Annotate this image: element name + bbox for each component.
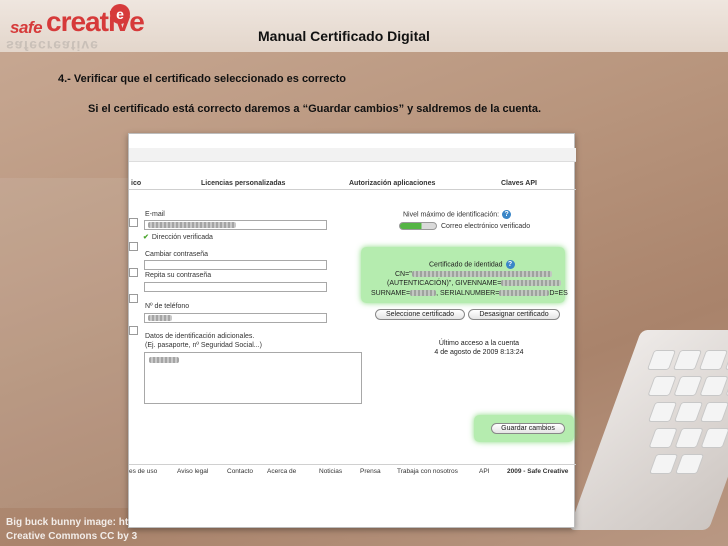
- keyboard-key: [648, 454, 679, 474]
- check-icon: ✔: [143, 234, 149, 241]
- keyboard-key: [699, 402, 728, 422]
- slide-title: Manual Certificado Digital: [258, 28, 430, 44]
- site-footer: es de uso Aviso legal Contacto Acerca de…: [129, 465, 576, 477]
- certificate-title-label: Certificado de identidad: [429, 261, 503, 269]
- footer-link-contact[interactable]: Contacto: [227, 468, 253, 475]
- account-tabs: ico Licencias personalizadas Autorizació…: [129, 176, 576, 190]
- footer-link-jobs[interactable]: Trabaja con nosotros: [397, 468, 458, 475]
- row-checkbox[interactable]: [129, 218, 138, 227]
- redacted-serialnumber: [499, 290, 550, 296]
- id-data-hint: (Ej. pasaporte, nº Seguridad Social...): [145, 342, 262, 349]
- certificate-serialnumber: , SERIALNUMBER=: [436, 290, 500, 297]
- certificate-givenname: (AUTENTICACIÓN)", GIVENNAME=: [387, 280, 502, 287]
- footer-link-api[interactable]: API: [479, 468, 489, 475]
- last-access: Último acceso a la cuenta 4 de agosto de…: [399, 339, 559, 357]
- step-instruction: Si el certificado está correcto daremos …: [88, 103, 542, 115]
- last-access-label: Último acceso a la cuenta: [438, 340, 520, 347]
- redacted-givenname: [501, 280, 562, 286]
- save-changes-button[interactable]: Guardar cambios: [491, 423, 565, 434]
- keyboard-key: [647, 402, 678, 422]
- redacted-phone: [148, 315, 172, 321]
- id-data-label: Datos de identificación adicionales.: [145, 333, 255, 340]
- toggle-label: Correo electrónico verificado: [441, 223, 531, 230]
- identification-level-label: Nivel máximo de identificación:: [403, 211, 500, 219]
- keyboard-key: [672, 350, 703, 370]
- phone-field[interactable]: [144, 313, 327, 323]
- tab-api-keys[interactable]: Claves API: [501, 180, 537, 187]
- footer-link-legal[interactable]: Aviso legal: [177, 468, 208, 475]
- logo-reflection: safecreative: [6, 38, 99, 54]
- image-credit: Big buck bunny image: http Creative Comm…: [6, 516, 138, 544]
- redacted-surname: [410, 290, 437, 296]
- background-keyboard: [568, 330, 728, 530]
- panel-toolbar: [129, 148, 576, 162]
- certificate-country: D=ES: [549, 290, 568, 297]
- certificate-line-2: (AUTENTICACIÓN)", GIVENNAME=: [387, 279, 562, 287]
- email-field[interactable]: [144, 220, 327, 230]
- tab-app-authorization[interactable]: Autorización aplicaciones: [349, 180, 435, 187]
- footer-copyright: 2009 - Safe Creative: [507, 468, 569, 475]
- keyboard-key: [674, 454, 705, 474]
- verified-label: Dirección verificada: [151, 234, 213, 241]
- repeat-password-field[interactable]: [144, 282, 327, 292]
- account-screenshot-panel: ico Licencias personalizadas Autorizació…: [128, 133, 576, 528]
- credit-line-2: Creative Commons CC by 3: [6, 531, 138, 542]
- help-icon[interactable]: ?: [502, 210, 512, 219]
- select-certificate-button[interactable]: Seleccione certificado: [375, 309, 465, 320]
- certificate-surname: SURNAME=: [371, 290, 411, 297]
- row-checkbox[interactable]: [129, 242, 138, 251]
- identification-toggle[interactable]: [399, 222, 437, 230]
- keyboard-key: [698, 350, 728, 370]
- redacted-email: [148, 222, 236, 228]
- id-data-textarea[interactable]: [144, 352, 362, 404]
- change-password-label: Cambiar contraseña: [145, 251, 209, 258]
- row-checkbox[interactable]: [129, 294, 138, 303]
- footer-link-press[interactable]: Prensa: [360, 468, 381, 475]
- keyboard-key: [673, 402, 704, 422]
- redacted-id-data: [149, 357, 179, 363]
- repeat-password-label: Repita su contraseña: [145, 272, 212, 279]
- credit-line-1: Big buck bunny image: http: [6, 517, 138, 528]
- redacted-cn: [411, 271, 552, 277]
- password-field[interactable]: [144, 260, 327, 270]
- identification-level: Nivel máximo de identificación:?: [403, 210, 512, 219]
- email-label: E-mail: [145, 211, 165, 218]
- keyboard-key: [699, 376, 728, 396]
- row-checkbox[interactable]: [129, 268, 138, 277]
- keyboard-key: [648, 428, 678, 448]
- keyboard-key: [673, 376, 703, 396]
- row-checkbox[interactable]: [129, 326, 138, 335]
- footer-link-about[interactable]: Acerca de: [267, 468, 296, 475]
- footer-link-terms[interactable]: es de uso: [129, 468, 157, 475]
- keyboard-key: [647, 376, 677, 396]
- certificate-title: Certificado de identidad?: [429, 260, 515, 269]
- unassign-certificate-button[interactable]: Desasignar certificado: [468, 309, 560, 320]
- logo-mark-icon: e: [110, 4, 130, 24]
- keyboard-key: [674, 428, 704, 448]
- certificate-cn: CN=": [395, 271, 412, 278]
- logo-safe-text: safe: [10, 18, 43, 37]
- certificate-line-1: CN=": [395, 270, 552, 278]
- footer-link-news[interactable]: Noticias: [319, 468, 342, 475]
- certificate-line-3: SURNAME= , SERIALNUMBER= D=ES: [371, 289, 568, 297]
- last-access-datetime: 4 de agosto de 2009 8:13:24: [434, 349, 524, 356]
- email-verified-status: ✔ Dirección verificada: [143, 233, 213, 241]
- background-paper: [0, 178, 128, 508]
- step-heading: 4.- Verificar que el certificado selecci…: [58, 73, 346, 85]
- keyboard-key: [646, 350, 677, 370]
- tab-custom-licenses[interactable]: Licencias personalizadas: [201, 180, 285, 187]
- keyboard-key: [700, 428, 728, 448]
- tab-profile[interactable]: ico: [131, 180, 141, 187]
- help-icon[interactable]: ?: [505, 260, 515, 269]
- phone-label: Nº de teléfono: [145, 303, 190, 310]
